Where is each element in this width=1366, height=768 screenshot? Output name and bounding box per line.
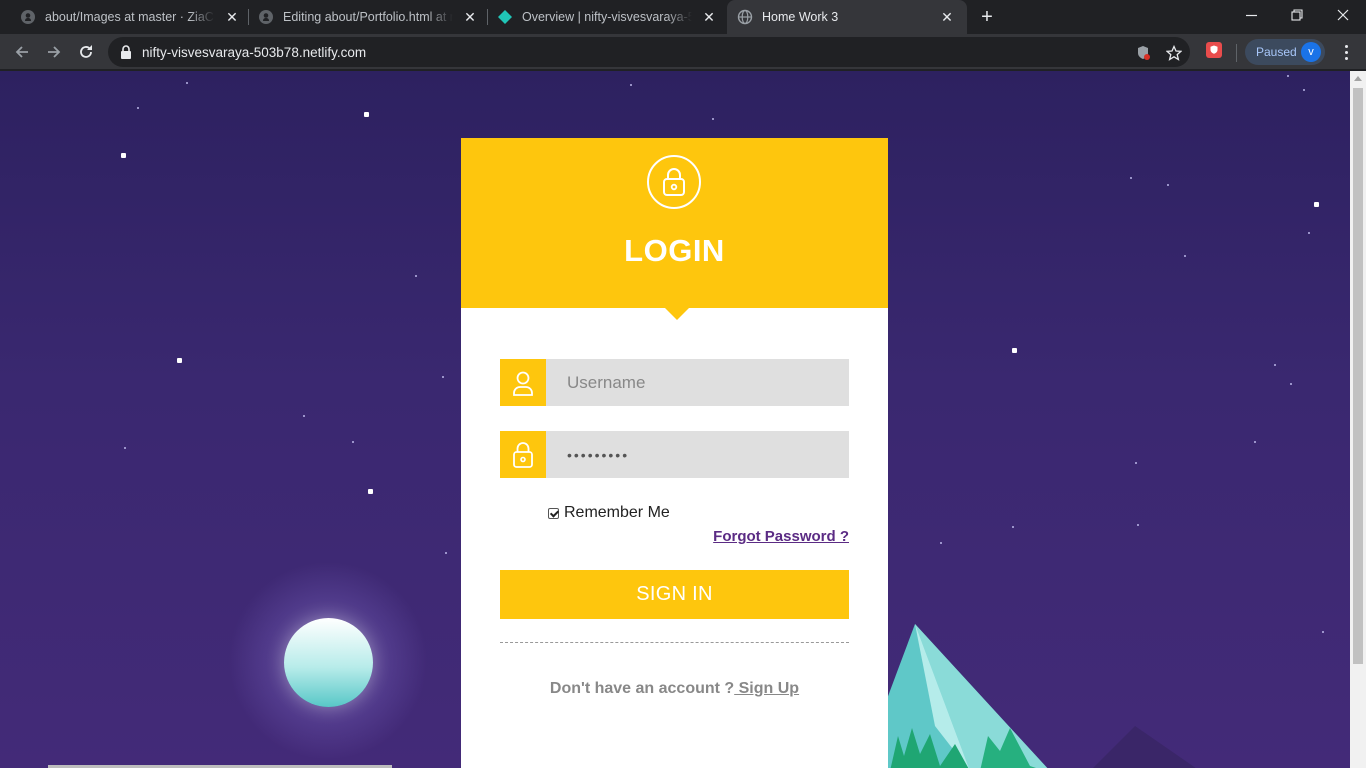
github-icon	[20, 9, 36, 25]
tab-title: Editing about/Portfolio.html at m	[283, 10, 453, 24]
user-icon	[500, 359, 546, 406]
minimize-button[interactable]	[1228, 0, 1274, 30]
browser-toolbar: nifty-visvesvaraya-503b78.netlify.com Pa…	[0, 34, 1366, 70]
lock-icon	[120, 45, 132, 64]
tab-github-images[interactable]: about/Images at master · ZiaCod ✕	[12, 0, 248, 34]
tab-title: Home Work 3	[762, 10, 839, 24]
new-tab-button[interactable]: +	[977, 7, 997, 27]
restore-button[interactable]	[1274, 0, 1320, 30]
header-pointer	[665, 308, 689, 320]
mountain-illustration	[861, 624, 1048, 768]
tab-separator	[248, 9, 249, 25]
close-window-button[interactable]	[1320, 0, 1366, 30]
github-icon	[258, 9, 274, 25]
arrow-left-icon	[15, 46, 28, 58]
forward-button[interactable]	[42, 40, 66, 64]
tab-title: about/Images at master · ZiaCod	[45, 10, 215, 24]
tab-separator	[487, 9, 488, 25]
scrollbar-thumb[interactable]	[1353, 88, 1363, 664]
tab-home-work-3[interactable]: Home Work 3 ✕	[727, 0, 967, 34]
back-button[interactable]	[10, 40, 34, 64]
reload-icon	[80, 45, 92, 58]
tracking-blocked-icon[interactable]	[1134, 44, 1152, 62]
lock-icon	[647, 155, 701, 209]
restore-icon	[1291, 9, 1303, 21]
close-icon[interactable]: ✕	[939, 9, 955, 25]
login-card: LOGIN Remember	[461, 138, 888, 768]
remember-label: Remember Me	[564, 504, 670, 521]
globe-icon	[737, 9, 753, 25]
password-input[interactable]	[546, 431, 849, 478]
netlify-icon	[497, 9, 513, 25]
signup-prompt: Don't have an account ?	[549, 680, 735, 697]
more-menu-icon[interactable]	[1336, 42, 1356, 62]
profile-button[interactable]: Paused v	[1245, 39, 1325, 65]
reload-button[interactable]	[74, 40, 98, 64]
lock-icon	[500, 431, 546, 478]
address-bar[interactable]: nifty-visvesvaraya-503b78.netlify.com	[108, 37, 1190, 67]
close-icon	[1337, 9, 1349, 21]
close-icon[interactable]: ✕	[224, 9, 240, 25]
page-viewport: LOGIN Remember	[0, 71, 1350, 768]
login-header: LOGIN	[461, 138, 888, 320]
moon-illustration	[284, 618, 373, 707]
arrow-right-icon	[48, 46, 61, 58]
vertical-scrollbar[interactable]	[1350, 71, 1366, 768]
remember-me[interactable]: Remember Me	[548, 504, 670, 522]
profile-status: Paused	[1256, 45, 1297, 59]
toolbar-separator	[1236, 44, 1237, 62]
url-text: nifty-visvesvaraya-503b78.netlify.com	[142, 45, 367, 60]
forgot-password-link[interactable]: Forgot Password ?	[713, 528, 849, 545]
tab-title: Overview | nifty-visvesvaraya-503	[522, 10, 692, 24]
login-title: LOGIN	[624, 233, 725, 268]
divider	[500, 642, 849, 643]
username-field	[500, 359, 849, 406]
tab-strip: about/Images at master · ZiaCod ✕ Editin…	[0, 0, 1366, 34]
username-input[interactable]	[546, 359, 849, 406]
close-icon[interactable]: ✕	[462, 9, 478, 25]
remember-checkbox[interactable]	[548, 507, 559, 519]
scroll-up-icon[interactable]	[1354, 76, 1362, 81]
close-icon[interactable]: ✕	[701, 9, 717, 25]
bookmark-star-icon[interactable]	[1165, 44, 1183, 62]
sign-up-link[interactable]: Sign Up	[734, 680, 799, 697]
password-field	[500, 431, 849, 478]
avatar: v	[1301, 42, 1321, 62]
minimize-icon	[1245, 14, 1257, 16]
tab-editing-portfolio[interactable]: Editing about/Portfolio.html at m ✕	[250, 0, 486, 34]
tab-netlify-overview[interactable]: Overview | nifty-visvesvaraya-503 ✕	[489, 0, 725, 34]
signup-prompt-row: Don't have an account ? Sign Up	[461, 680, 888, 698]
background-mountain	[1093, 726, 1196, 768]
extension-shield-icon[interactable]	[1206, 42, 1222, 58]
sign-in-button[interactable]: SIGN IN	[500, 570, 849, 619]
